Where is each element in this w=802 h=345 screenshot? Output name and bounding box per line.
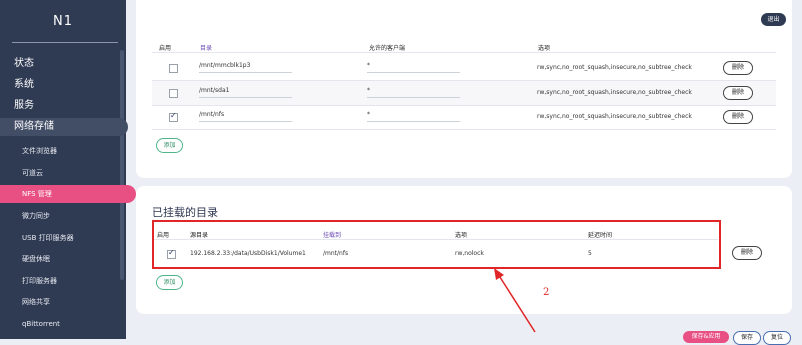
nav-kodexplorer[interactable]: 可道云 bbox=[0, 164, 142, 182]
nav-nfs[interactable]: NFS 管理 bbox=[0, 185, 136, 203]
nav-sync[interactable]: 微力同步 bbox=[0, 207, 142, 225]
row3-dir-input[interactable]: /mnt/nfs bbox=[199, 109, 292, 122]
add-export-button[interactable]: 添加 bbox=[156, 138, 183, 153]
row1-options: rw,sync,no_root_squash,insecure,no_subtr… bbox=[537, 64, 692, 71]
row1-dir-input[interactable]: /mnt/mmcblk1p3 bbox=[199, 60, 292, 73]
row-divider bbox=[152, 105, 776, 106]
row2-enable-checkbox[interactable] bbox=[169, 89, 178, 98]
add-mount-button[interactable]: 添加 bbox=[156, 275, 183, 290]
row2-delete-button[interactable]: 删除 bbox=[723, 86, 753, 100]
nav-network-share[interactable]: 网络共享 bbox=[0, 293, 142, 311]
nav-system[interactable]: 系统 bbox=[0, 76, 134, 94]
row-divider bbox=[152, 129, 776, 130]
nav-print-server[interactable]: 打印服务器 bbox=[0, 272, 142, 290]
brand-divider bbox=[12, 42, 118, 43]
nav-disk-sleep[interactable]: 硬盘休眠 bbox=[0, 250, 142, 268]
header-enable: 启用 bbox=[159, 45, 172, 52]
nav-status[interactable]: 状态 bbox=[0, 55, 134, 73]
nav-usb-print[interactable]: USB 打印服务器 bbox=[0, 229, 142, 247]
save-apply-button[interactable]: 保存&应用 bbox=[683, 331, 729, 343]
reset-button[interactable]: 复位 bbox=[763, 331, 791, 345]
annotation-label: 2 bbox=[543, 287, 550, 298]
highlight-box bbox=[152, 220, 721, 269]
row3-options: rw,sync,no_root_squash,insecure,no_subtr… bbox=[537, 113, 692, 120]
exit-button[interactable]: 退出 bbox=[761, 13, 786, 26]
mount-row1-delete-button[interactable]: 删除 bbox=[732, 246, 762, 260]
nav-file-browser[interactable]: 文件浏览器 bbox=[0, 142, 142, 160]
nav-network-storage[interactable]: 网络存储 bbox=[0, 118, 128, 136]
header-options: 选项 bbox=[538, 45, 551, 52]
annotation-arrow-icon bbox=[494, 268, 536, 333]
row2-dir-input[interactable]: /mnt/sda1 bbox=[199, 85, 292, 98]
mounted-dirs-title: 已挂载的目录 bbox=[152, 206, 218, 219]
header-divider bbox=[152, 52, 776, 53]
row3-client-input[interactable]: * bbox=[367, 109, 460, 122]
header-clients: 允许的客户端 bbox=[369, 45, 406, 52]
row3-delete-button[interactable]: 删除 bbox=[723, 110, 753, 124]
nav-qbittorrent[interactable]: qBittorrent bbox=[0, 315, 142, 333]
brand-title: N1 bbox=[53, 14, 73, 29]
row2-client-input[interactable]: * bbox=[367, 85, 460, 98]
nfs-exports-panel: 退出 启用 目录 允许的客户端 选项 /mnt/mmcblk1p3 * rw,s… bbox=[136, 0, 792, 178]
nav-services[interactable]: 服务 bbox=[0, 97, 134, 115]
row2-options: rw,sync,no_root_squash,insecure,no_subtr… bbox=[537, 89, 692, 96]
row1-client-input[interactable]: * bbox=[367, 60, 460, 73]
row1-enable-checkbox[interactable] bbox=[169, 64, 178, 73]
row3-enable-checkbox[interactable] bbox=[169, 111, 178, 122]
save-button[interactable]: 保存 bbox=[733, 331, 761, 345]
header-dir: 目录 bbox=[200, 45, 213, 52]
sidebar: N1 状态 系统 服务 网络存储 文件浏览器 可道云 NFS 管理 微力同步 U… bbox=[0, 0, 136, 339]
row1-delete-button[interactable]: 删除 bbox=[723, 61, 753, 75]
